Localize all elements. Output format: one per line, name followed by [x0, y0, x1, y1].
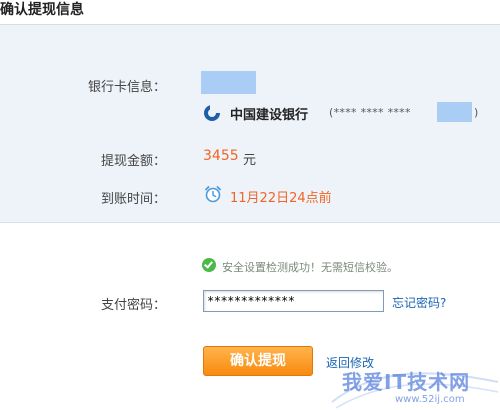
bank-logo-icon — [204, 105, 220, 121]
check-circle-icon — [202, 258, 216, 272]
watermark-url: www.52ij.com — [395, 394, 465, 405]
arrival-time-label: 到账时间： — [100, 192, 166, 207]
arrival-time-value: 11月22日24点前 — [230, 191, 332, 206]
card-number-redaction — [437, 102, 472, 122]
card-number-close-paren: ) — [474, 106, 479, 119]
amount-unit: 元 — [243, 153, 257, 168]
card-number-masked: (**** **** **** — [329, 106, 411, 119]
amount-label: 提现金额： — [100, 154, 166, 169]
page-title: 确认提现信息 — [0, 2, 84, 18]
forgot-password-link[interactable]: 忘记密码? — [392, 294, 446, 311]
bank-name: 中国建设银行 — [230, 108, 309, 123]
card-info-label: 银行卡信息： — [87, 80, 166, 95]
security-check-message: 安全设置检测成功！无需短信校验。 — [222, 261, 398, 274]
payment-password-label: 支付密码： — [100, 298, 166, 313]
alarm-clock-icon — [205, 186, 221, 203]
card-holder-redaction — [201, 71, 256, 94]
amount-value: 3455 — [203, 148, 239, 164]
watermark-text: 我爱IT技术网 — [342, 370, 471, 394]
confirm-withdraw-button[interactable]: 确认提现 — [203, 346, 313, 376]
payment-password-input[interactable]: ************* — [203, 290, 384, 312]
